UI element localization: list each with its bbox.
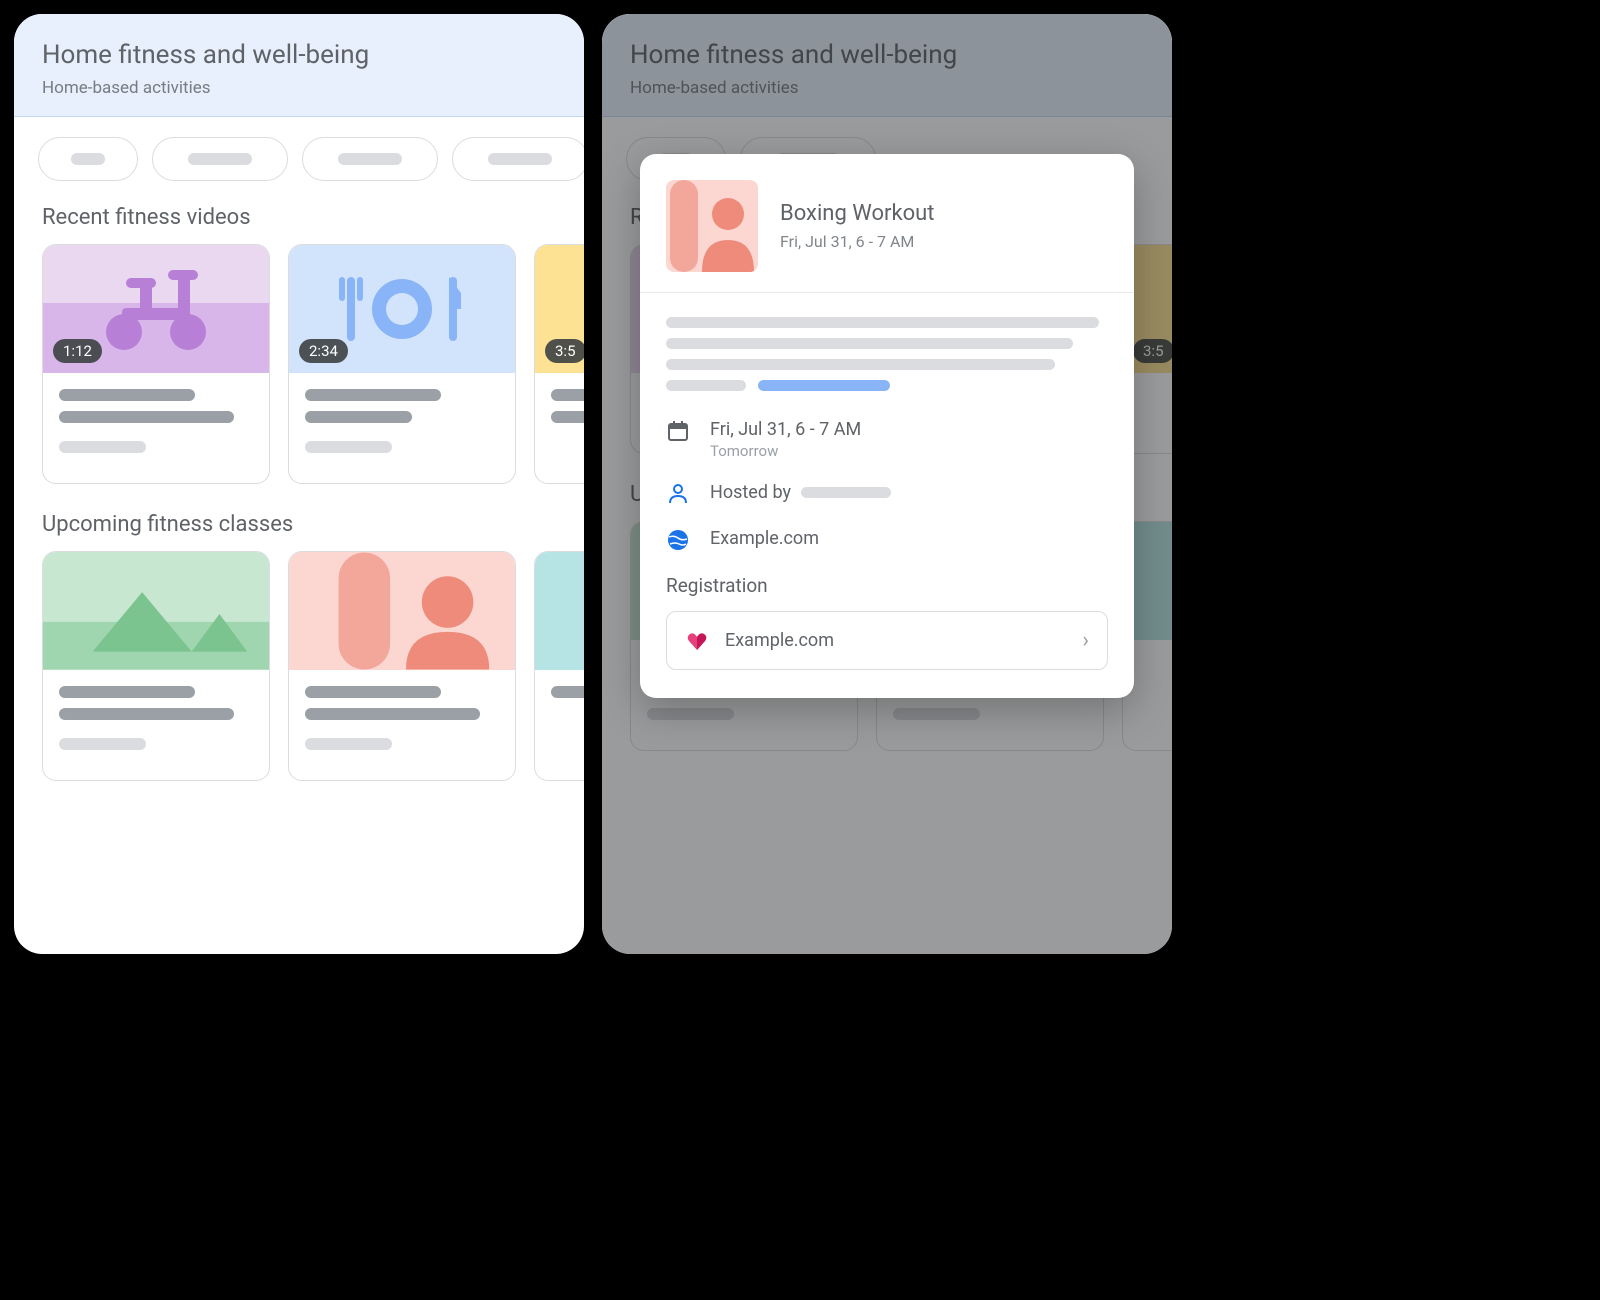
food-icon: 2:34 xyxy=(289,245,515,373)
class-card[interactable] xyxy=(288,551,516,781)
landscape-icon xyxy=(43,552,269,670)
class-thumb xyxy=(535,552,584,670)
event-site-row[interactable]: Example.com xyxy=(666,528,1108,552)
video-duration: 2:34 xyxy=(299,339,348,363)
filter-chip[interactable] xyxy=(452,137,584,181)
class-card[interactable] xyxy=(534,551,584,781)
video-card[interactable]: 2:34 xyxy=(288,244,516,484)
section-title-classes: Upcoming fitness classes xyxy=(14,512,584,551)
event-title: Boxing Workout xyxy=(780,201,934,226)
filter-chips xyxy=(14,117,584,205)
page-title: Home fitness and well-being xyxy=(42,40,556,70)
video-card[interactable]: 3:5 xyxy=(534,244,584,484)
video-duration: 1:12 xyxy=(53,339,102,363)
registration-link[interactable]: Example.com › xyxy=(666,611,1108,670)
phone-left: Home fitness and well-being Home-based a… xyxy=(14,14,584,954)
filter-chip[interactable] xyxy=(38,137,138,181)
class-card[interactable] xyxy=(42,551,270,781)
page-subtitle: Home-based activities xyxy=(42,78,556,98)
phone-right: Home fitness and well-being Home-based a… xyxy=(602,14,1172,954)
classes-scroller[interactable] xyxy=(14,551,584,809)
event-host-row: Hosted by xyxy=(666,482,1108,506)
person-icon xyxy=(289,552,515,670)
section-title-videos: Recent fitness videos xyxy=(14,205,584,244)
registration-label: Registration xyxy=(666,574,1108,597)
filter-chip[interactable] xyxy=(152,137,288,181)
event-detail-modal: Boxing Workout Fri, Jul 31, 6 - 7 AM xyxy=(640,154,1134,698)
video-thumb: 3:5 xyxy=(535,245,584,373)
event-subtitle: Fri, Jul 31, 6 - 7 AM xyxy=(780,232,934,251)
video-card[interactable]: 1:12 xyxy=(42,244,270,484)
chevron-right-icon: › xyxy=(1082,628,1089,653)
event-when: Fri, Jul 31, 6 - 7 AM xyxy=(710,419,861,440)
calendar-icon xyxy=(666,419,690,443)
globe-icon xyxy=(666,528,690,552)
page-header: Home fitness and well-being Home-based a… xyxy=(14,14,584,117)
event-site: Example.com xyxy=(710,528,819,549)
event-when-relative: Tomorrow xyxy=(710,442,861,460)
event-when-row: Fri, Jul 31, 6 - 7 AM Tomorrow xyxy=(666,419,1108,460)
heart-icon xyxy=(685,629,709,653)
bike-icon: 1:12 xyxy=(43,245,269,373)
videos-scroller[interactable]: 1:12 2:34 xyxy=(14,244,584,512)
event-avatar xyxy=(666,180,758,272)
filter-chip[interactable] xyxy=(302,137,438,181)
video-duration: 3:5 xyxy=(545,339,584,363)
registration-site: Example.com xyxy=(725,630,834,651)
hosted-by-label: Hosted by xyxy=(710,482,791,503)
person-icon xyxy=(666,482,690,506)
